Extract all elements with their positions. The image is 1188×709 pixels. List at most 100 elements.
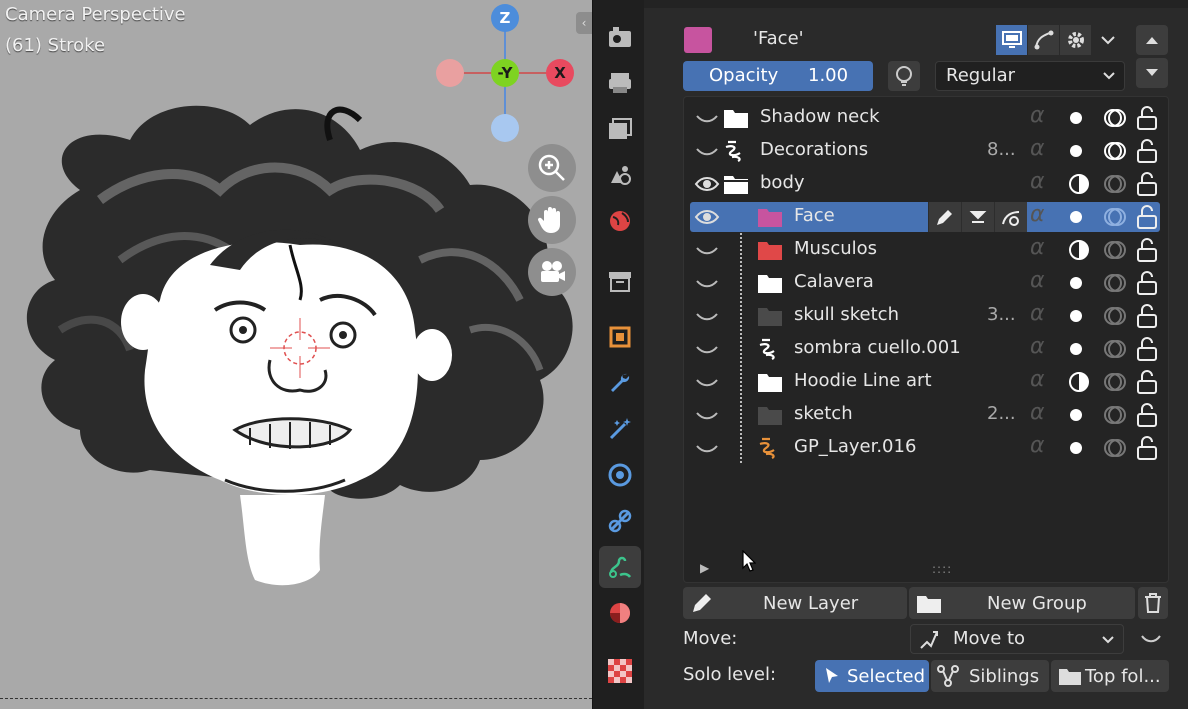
layer-row[interactable]: GP_Layer.016 α [690, 433, 1160, 463]
half-circle-icon[interactable] [1066, 237, 1092, 263]
unlock-icon[interactable] [1134, 336, 1160, 362]
gear-icon[interactable] [1060, 25, 1092, 55]
world-icon[interactable] [599, 200, 641, 242]
layer-tree[interactable]: Shadow neck α Decorations 8... α body α Face αM… [683, 96, 1169, 583]
dot-icon[interactable] [1070, 343, 1082, 355]
eye-closed-icon[interactable] [694, 139, 720, 163]
hand-pan-icon[interactable] [528, 196, 576, 244]
gizmo-axis-z[interactable]: Z [491, 4, 519, 32]
alpha-icon[interactable]: α [1030, 334, 1045, 359]
layer-row[interactable]: Decorations 8... α [690, 136, 1160, 166]
eye-closed-icon[interactable] [1140, 632, 1162, 646]
gizmo-axis-x[interactable]: X [546, 59, 574, 87]
alpha-icon[interactable]: α [1030, 169, 1045, 194]
layer-row[interactable]: body α [690, 169, 1160, 199]
collection-icon[interactable] [599, 260, 641, 302]
unlock-icon[interactable] [1134, 237, 1160, 263]
delete-layer-button[interactable] [1138, 587, 1168, 619]
half-circle-icon[interactable] [1066, 369, 1092, 395]
scene-icon[interactable] [599, 154, 641, 196]
opacity-slider[interactable]: Opacity 1.00 [683, 61, 873, 91]
layer-row[interactable]: sketch 2... α [690, 400, 1160, 430]
gizmo-axis-neg-y[interactable]: -Y [491, 59, 519, 87]
layer-row[interactable]: sombra cuello.001 α [690, 334, 1160, 364]
onion-skin-icon[interactable] [1102, 105, 1128, 131]
alpha-icon[interactable]: α [1030, 136, 1045, 161]
use-lights-icon[interactable] [888, 61, 920, 91]
curve-tool-icon[interactable] [994, 202, 1027, 232]
move-layer-up-button[interactable] [1136, 25, 1168, 55]
move-layer-down-button[interactable] [1136, 58, 1168, 88]
monitor-icon[interactable] [996, 25, 1028, 55]
unlock-icon[interactable] [1134, 105, 1160, 131]
onion-skin-icon[interactable] [1102, 237, 1128, 263]
constraints-icon[interactable] [599, 500, 641, 542]
onion-skin-icon[interactable] [1102, 402, 1128, 428]
eye-closed-icon[interactable] [694, 238, 720, 262]
sidebar-toggle-icon[interactable]: ‹ [576, 12, 592, 34]
eye-closed-icon[interactable] [694, 271, 720, 295]
3d-viewport[interactable]: Camera Perspective (61) Stroke Z -Y X ‹ [0, 0, 592, 709]
expand-filter-icon[interactable]: ▶ [700, 561, 709, 575]
unlock-icon[interactable] [1134, 369, 1160, 395]
alpha-icon[interactable]: α [1030, 433, 1045, 458]
texture-icon[interactable] [599, 650, 641, 692]
object-data-icon[interactable] [599, 546, 641, 588]
pencil-icon[interactable] [928, 202, 961, 232]
alpha-icon[interactable]: α [1030, 235, 1045, 260]
object-icon[interactable] [599, 316, 641, 358]
unlock-icon[interactable] [1134, 402, 1160, 428]
layer-row[interactable]: Hoodie Line art α [690, 367, 1160, 397]
unlock-icon[interactable] [1134, 303, 1160, 329]
resize-grip-icon[interactable]: :::: [932, 562, 952, 576]
alpha-icon[interactable]: α [1030, 400, 1045, 425]
dot-icon[interactable] [1070, 409, 1082, 421]
shader-effects-icon[interactable] [599, 408, 641, 450]
solo-top-folder-button[interactable]: Top fol... [1051, 660, 1169, 692]
eye-open-icon[interactable] [694, 205, 720, 229]
onion-skin-icon[interactable] [1102, 303, 1128, 329]
alpha-icon[interactable]: α [1030, 268, 1045, 293]
unlock-icon[interactable] [1134, 138, 1160, 164]
unlock-icon[interactable] [1134, 270, 1160, 296]
eye-open-icon[interactable] [694, 172, 720, 196]
unlock-icon[interactable] [1134, 171, 1160, 197]
unlock-icon[interactable] [1134, 435, 1160, 461]
eye-closed-icon[interactable] [694, 370, 720, 394]
view-layer-icon[interactable] [599, 108, 641, 150]
alpha-icon[interactable]: α [1030, 367, 1045, 392]
dot-icon[interactable] [1070, 145, 1082, 157]
onion-skin-icon[interactable] [1102, 204, 1128, 230]
dot-icon[interactable] [1066, 207, 1086, 227]
eye-closed-icon[interactable] [694, 436, 720, 460]
merge-down-icon[interactable] [961, 202, 994, 232]
gizmo-axis-neg-x[interactable] [436, 59, 464, 87]
alpha-icon[interactable]: α [1030, 301, 1045, 326]
zoom-in-icon[interactable] [528, 144, 576, 192]
onion-skin-icon[interactable] [1102, 336, 1128, 362]
dot-icon[interactable] [1070, 277, 1082, 289]
onion-skin-icon[interactable] [1102, 138, 1128, 164]
solo-selected-button[interactable]: Selected [815, 660, 929, 692]
eye-closed-icon[interactable] [694, 403, 720, 427]
onion-skin-icon[interactable] [1102, 171, 1128, 197]
onion-skin-icon[interactable] [1102, 435, 1128, 461]
new-layer-button[interactable]: New Layer [683, 587, 907, 619]
output-icon[interactable] [599, 62, 641, 104]
gizmo-axis-neg-z[interactable] [491, 114, 519, 142]
solo-siblings-button[interactable]: Siblings [931, 660, 1049, 692]
physics-icon[interactable] [599, 454, 641, 496]
half-circle-icon[interactable] [1066, 171, 1092, 197]
render-icon[interactable] [599, 16, 641, 58]
eye-closed-icon[interactable] [694, 337, 720, 361]
blend-mode-dropdown[interactable]: Regular [935, 61, 1125, 91]
eye-closed-icon[interactable] [694, 106, 720, 130]
alpha-icon[interactable]: α [1030, 202, 1045, 227]
layer-row[interactable]: Calavera α [690, 268, 1160, 298]
layer-row[interactable]: Shadow neck α [690, 103, 1160, 133]
new-group-button[interactable]: New Group [909, 587, 1135, 619]
layer-row[interactable]: Face α [690, 202, 1160, 232]
material-icon[interactable] [599, 592, 641, 634]
curve-edit-icon[interactable] [1028, 25, 1060, 55]
onion-skin-icon[interactable] [1102, 270, 1128, 296]
